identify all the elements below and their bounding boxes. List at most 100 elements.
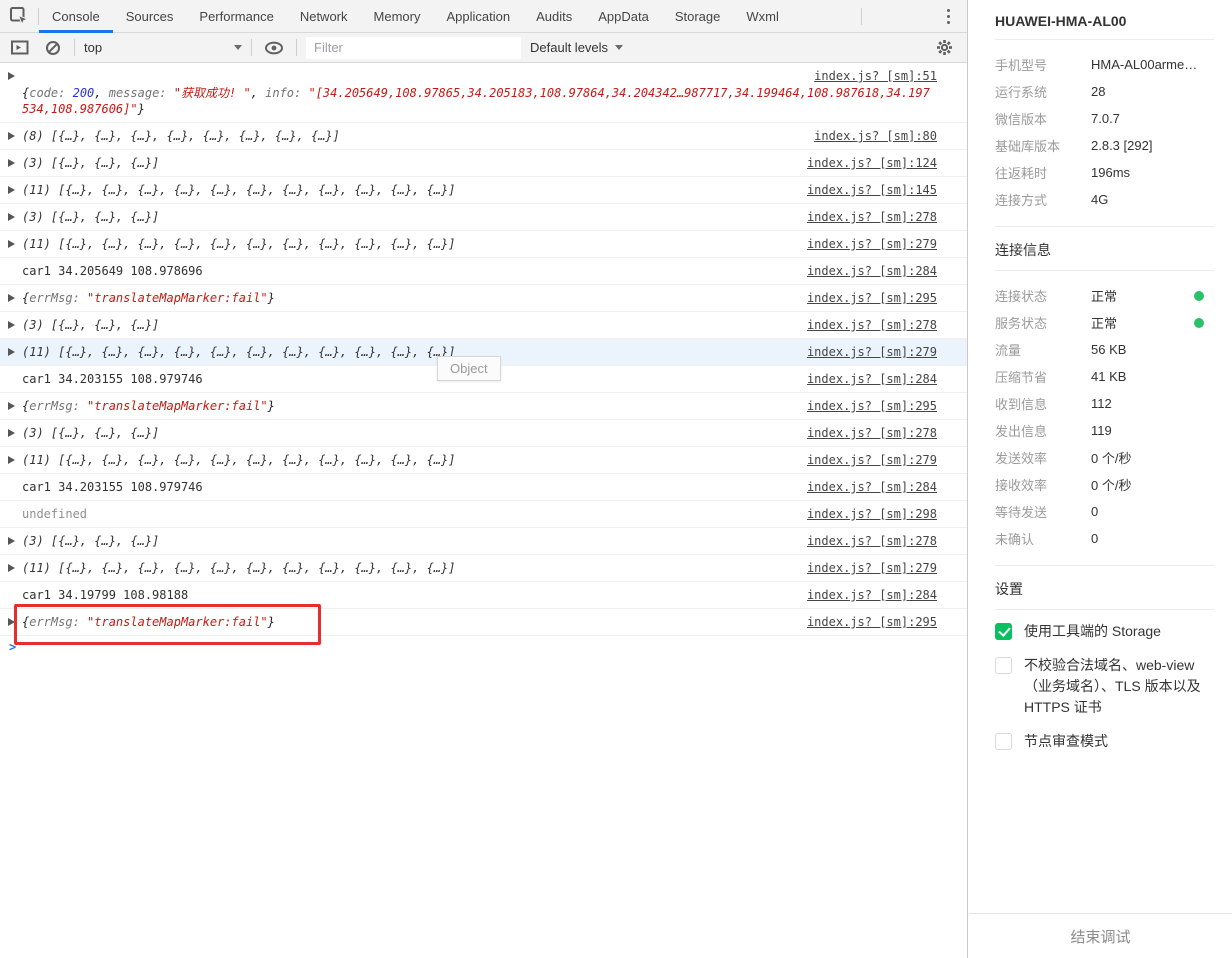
console-message: (11) [{…}, {…}, {…}, {…}, {…}, {…}, {…},… — [22, 453, 456, 467]
checkbox[interactable] — [995, 657, 1012, 674]
console-message: {errMsg: "translateMapMarker:fail"} — [22, 398, 793, 414]
expand-arrow[interactable] — [8, 240, 15, 248]
connection-info-row: 压缩节省 41 KB — [995, 363, 1214, 390]
setting-label: 节点审查模式 — [1024, 733, 1108, 749]
info-value: 56 KB — [1091, 342, 1127, 357]
info-label: 服务状态 — [995, 316, 1048, 331]
source-link[interactable]: index.js? [sm]:279 — [807, 236, 937, 252]
gear-icon[interactable] — [929, 39, 959, 56]
source-link[interactable]: index.js? [sm]:278 — [807, 209, 937, 225]
tab-memory[interactable]: Memory — [361, 0, 434, 32]
expand-arrow[interactable] — [8, 348, 15, 356]
tab-performance[interactable]: Performance — [186, 0, 286, 32]
live-expression-eye-icon[interactable] — [261, 41, 287, 55]
console-message: (8) [{…}, {…}, {…}, {…}, {…}, {…}, {…}, … — [22, 129, 340, 143]
setting-option[interactable]: 不校验合法域名、web-view（业务域名）、TLS 版本以及 HTTPS 证书 — [995, 655, 1214, 718]
console-message: car1 34.19799 108.98188 — [22, 588, 189, 602]
checkbox[interactable] — [995, 733, 1012, 750]
source-link[interactable]: index.js? [sm]:279 — [807, 344, 937, 360]
console-log-area: index.js? [sm]:51 {code: 200, message: "获… — [0, 63, 967, 958]
device-info-section: HUAWEI-HMA-AL00 手机型号 HMA-AL00arme… 运行系统 28 微… — [995, 0, 1214, 226]
tab-network[interactable]: Network — [287, 0, 361, 32]
tab-console[interactable]: Console — [39, 0, 113, 33]
connection-info-section: 连接信息 连接状态 正常 服务状态 正常 流量 56 KB 压缩节省 41 KB 收到信息 112… — [995, 226, 1214, 565]
source-link[interactable]: index.js? [sm]:80 — [814, 128, 937, 144]
tab-audits[interactable]: Audits — [523, 0, 585, 32]
message-segment: errMsg: — [29, 291, 88, 305]
tab-application[interactable]: Application — [433, 0, 523, 32]
clear-console-icon[interactable] — [41, 40, 65, 56]
console-row: (11) [{…}, {…}, {…}, {…}, {…}, {…}, {…},… — [0, 177, 967, 204]
expand-arrow[interactable] — [8, 456, 15, 464]
tab-storage[interactable]: Storage — [662, 0, 734, 32]
settings-header: 设置 — [995, 566, 1214, 610]
source-link[interactable]: index.js? [sm]:295 — [807, 290, 937, 306]
info-value: 0 个/秒 — [1091, 478, 1132, 493]
context-dropdown[interactable]: top — [84, 40, 242, 55]
console-message: {code: 200, message: "获取成功! ", info: "[3… — [22, 85, 937, 117]
expand-arrow[interactable] — [8, 618, 15, 626]
devtools-pane: Console Sources Performance Network Memory Ap… — [0, 0, 968, 958]
message-segment: } — [267, 291, 275, 305]
console-row: (3) [{…}, {…}, {…}] index.js? [sm]:278 — [0, 420, 967, 447]
default-levels-dropdown[interactable]: Default levels — [530, 40, 624, 55]
kebab-menu-icon[interactable] — [931, 0, 967, 32]
source-link[interactable]: index.js? [sm]:279 — [807, 452, 937, 468]
source-link[interactable]: index.js? [sm]:295 — [807, 614, 937, 630]
console-row: {errMsg: "translateMapMarker:fail"} index… — [0, 604, 967, 645]
setting-option[interactable]: 节点审查模式 — [995, 731, 1214, 752]
end-debug-button[interactable]: 结束调试 — [969, 913, 1232, 958]
expand-arrow[interactable] — [8, 537, 15, 545]
setting-label: 不校验合法域名、web-view（业务域名）、TLS 版本以及 HTTPS 证书 — [1024, 657, 1201, 715]
source-link[interactable]: index.js? [sm]:51 — [22, 68, 937, 84]
expand-arrow[interactable] — [8, 132, 15, 140]
console-message: (3) [{…}, {…}, {…}] — [22, 210, 160, 224]
info-label: 连接状态 — [995, 289, 1048, 304]
source-link[interactable]: index.js? [sm]:124 — [807, 155, 937, 171]
source-link[interactable]: index.js? [sm]:278 — [807, 425, 937, 441]
expand-arrow[interactable] — [8, 72, 15, 80]
setting-option[interactable]: 使用工具端的 Storage — [995, 621, 1214, 642]
expand-arrow[interactable] — [8, 321, 15, 329]
source-link[interactable]: index.js? [sm]:278 — [807, 317, 937, 333]
default-levels-label: Default levels — [530, 40, 609, 55]
info-label: 微信版本 — [995, 112, 1048, 127]
console-message: (3) [{…}, {…}, {…}] — [22, 534, 160, 548]
checkbox[interactable] — [995, 623, 1012, 640]
info-label: 手机型号 — [995, 58, 1048, 73]
divider — [74, 39, 75, 56]
expand-arrow[interactable] — [8, 429, 15, 437]
info-value: 0 — [1091, 531, 1099, 546]
inspect-icon[interactable] — [0, 0, 38, 32]
prompt-chevron: > — [9, 640, 17, 654]
expand-arrow[interactable] — [8, 213, 15, 221]
source-link[interactable]: index.js? [sm]:279 — [807, 560, 937, 576]
expand-arrow[interactable] — [8, 294, 15, 302]
info-label: 基础库版本 — [995, 139, 1061, 154]
source-link[interactable]: index.js? [sm]:278 — [807, 533, 937, 549]
source-link[interactable]: index.js? [sm]:295 — [807, 398, 937, 414]
source-link[interactable]: index.js? [sm]:284 — [807, 371, 937, 387]
console-message: {errMsg: "translateMapMarker:fail"} — [22, 290, 793, 306]
source-link[interactable]: index.js? [sm]:298 — [807, 506, 937, 522]
message-segment: "translateMapMarker:fail" — [87, 399, 268, 413]
expand-arrow[interactable] — [8, 564, 15, 572]
console-message: (11) [{…}, {…}, {…}, {…}, {…}, {…}, {…},… — [22, 345, 456, 359]
tab-appdata[interactable]: AppData — [585, 0, 662, 32]
device-info-row: 运行系统 28 — [995, 78, 1214, 105]
source-link[interactable]: index.js? [sm]:145 — [807, 182, 937, 198]
expand-arrow[interactable] — [8, 159, 15, 167]
console-prompt[interactable]: > — [0, 636, 967, 658]
source-link[interactable]: index.js? [sm]:284 — [807, 263, 937, 279]
drawer-toggle-icon[interactable] — [8, 40, 32, 55]
tab-sources[interactable]: Sources — [113, 0, 187, 32]
tab-wxml[interactable]: Wxml — [733, 0, 792, 32]
expand-arrow[interactable] — [8, 186, 15, 194]
source-link[interactable]: index.js? [sm]:284 — [807, 479, 937, 495]
console-message: car1 34.203155 108.979746 — [22, 372, 203, 386]
filter-input[interactable] — [306, 36, 521, 59]
console-message: (3) [{…}, {…}, {…}] — [22, 156, 160, 170]
console-row: (11) [{…}, {…}, {…}, {…}, {…}, {…}, {…},… — [0, 447, 967, 474]
expand-arrow[interactable] — [8, 402, 15, 410]
source-link[interactable]: index.js? [sm]:284 — [807, 587, 937, 603]
